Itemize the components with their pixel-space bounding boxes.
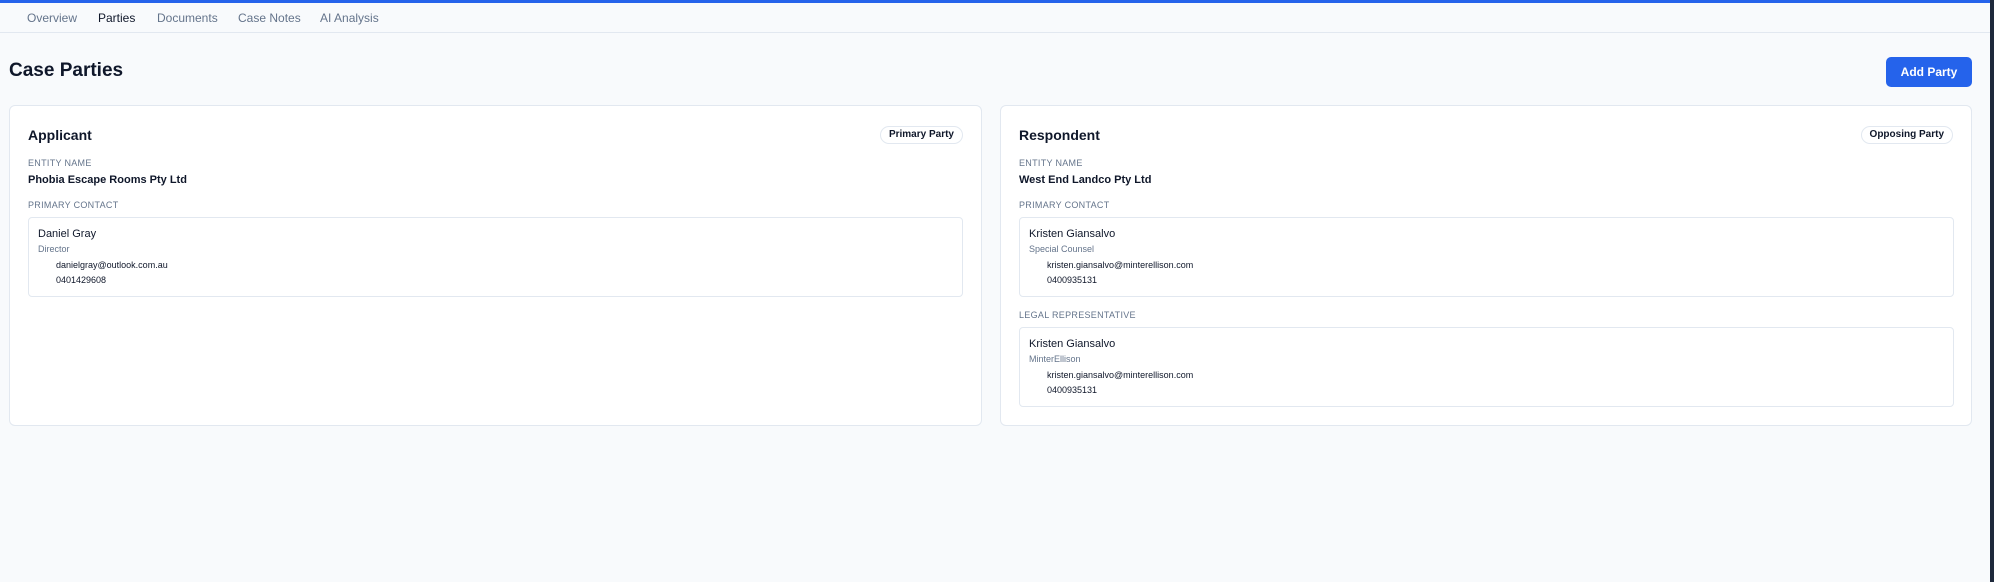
contact-email[interactable]: kristen.giansalvo@minterellison.com — [1047, 370, 1193, 380]
respondent-card: Respondent Opposing Party ENTITY NAME We… — [1000, 105, 1972, 426]
tab-ai-analysis[interactable]: AI Analysis — [320, 11, 379, 25]
legal-representative-label: LEGAL REPRESENTATIVE — [1019, 310, 1136, 320]
contact-phone[interactable]: 0400935131 — [1047, 275, 1097, 285]
primary-contact-card: Kristen Giansalvo Special Counsel kriste… — [1019, 217, 1954, 297]
contact-name: Kristen Giansalvo — [1029, 228, 1116, 240]
add-party-button[interactable]: Add Party — [1886, 57, 1972, 87]
contact-name: Daniel Gray — [38, 228, 97, 240]
page-title: Case Parties — [9, 60, 124, 81]
contact-email[interactable]: danielgray@outlook.com.au — [56, 260, 168, 270]
tab-overview[interactable]: Overview — [27, 11, 77, 25]
entity-name: West End Landco Pty Ltd — [1019, 174, 1152, 186]
contact-role: Director — [38, 244, 70, 254]
window-edge — [1990, 0, 1994, 582]
entity-name-label: ENTITY NAME — [28, 158, 92, 168]
entity-name-label: ENTITY NAME — [1019, 158, 1083, 168]
tab-bar: Overview Parties Documents Case Notes AI… — [0, 3, 1994, 33]
tab-parties[interactable]: Parties — [98, 11, 135, 25]
entity-name: Phobia Escape Rooms Pty Ltd — [28, 174, 187, 186]
primary-contact-label: PRIMARY CONTACT — [28, 200, 119, 210]
party-badge: Opposing Party — [1860, 126, 1953, 144]
primary-contact-card: Daniel Gray Director danielgray@outlook.… — [28, 217, 963, 297]
contact-name: Kristen Giansalvo — [1029, 338, 1116, 350]
contact-phone[interactable]: 0400935131 — [1047, 385, 1097, 395]
contact-firm: MinterEllison — [1029, 354, 1081, 364]
tab-case-notes[interactable]: Case Notes — [238, 11, 301, 25]
contact-phone[interactable]: 0401429608 — [56, 275, 106, 285]
applicant-card: Applicant Primary Party ENTITY NAME Phob… — [9, 105, 982, 426]
tab-documents[interactable]: Documents — [157, 11, 218, 25]
party-badge: Primary Party — [879, 126, 963, 144]
contact-role: Special Counsel — [1029, 244, 1095, 254]
card-title: Applicant — [28, 127, 92, 143]
card-title: Respondent — [1019, 127, 1100, 143]
primary-contact-label: PRIMARY CONTACT — [1019, 200, 1110, 210]
contact-email[interactable]: kristen.giansalvo@minterellison.com — [1047, 260, 1193, 270]
legal-representative-card: Kristen Giansalvo MinterEllison kristen.… — [1019, 327, 1954, 407]
